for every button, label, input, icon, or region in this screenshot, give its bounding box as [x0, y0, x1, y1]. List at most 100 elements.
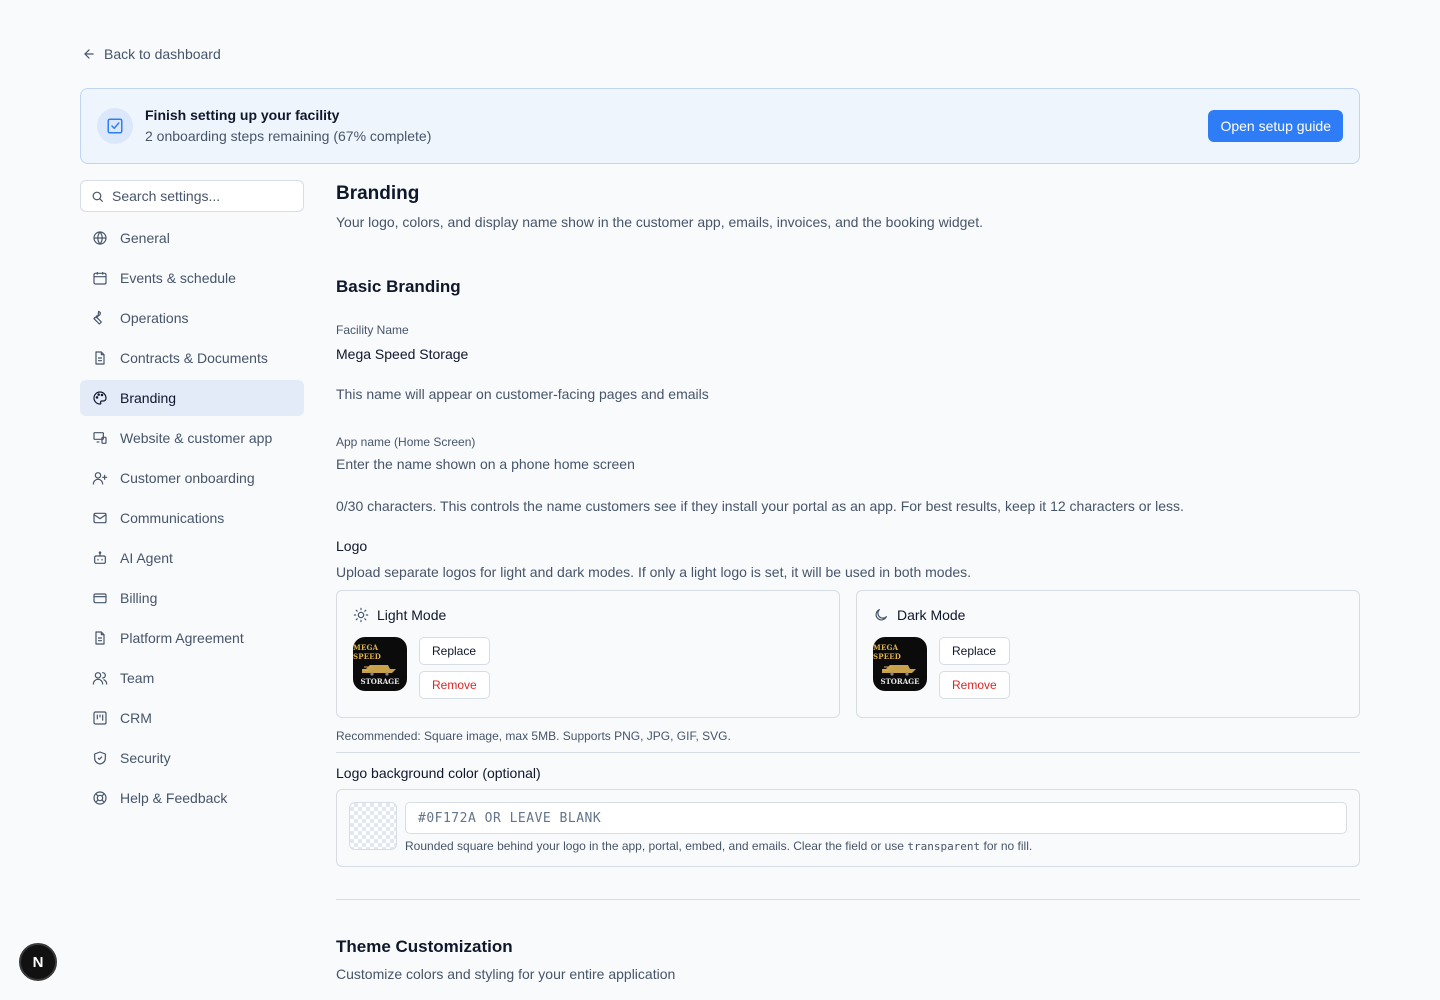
logo-bg-color-input[interactable] [405, 802, 1347, 834]
theme-customization-description: Customize colors and styling for your en… [336, 966, 676, 982]
logo-text-bottom: STORAGE [880, 676, 920, 686]
light-replace-button[interactable]: Replace [419, 637, 490, 665]
palette-icon [93, 391, 107, 405]
logo-text-top: MEGA SPEED [873, 642, 902, 661]
back-to-dashboard-link[interactable]: Back to dashboard [82, 46, 221, 62]
settings-sidebar: General Events & schedule Operations Con… [80, 180, 304, 816]
sidebar-item-label: Website & customer app [120, 430, 273, 446]
dark-mode-logo-card: Dark Mode MEGA SPEED STORAGE Replace Rem… [856, 590, 1360, 718]
light-mode-logo-card: Light Mode MEGA SPEED STORAGE Replace Re… [336, 590, 840, 718]
theme-customization-title: Theme Customization [336, 937, 513, 956]
globe-icon [93, 231, 107, 245]
dark-mode-buttons: Replace Remove [939, 637, 1010, 699]
sidebar-item-general[interactable]: General [80, 220, 304, 256]
dark-mode-header: Dark Mode [873, 605, 1343, 625]
setup-icon-circle [97, 108, 133, 144]
logo-bg-help-before: Rounded square behind your logo in the a… [405, 839, 904, 853]
sidebar-item-branding[interactable]: Branding [80, 380, 304, 416]
basic-branding-title: Basic Branding [336, 277, 461, 296]
user-plus-icon [92, 472, 108, 485]
dark-logo-image: MEGA SPEED STORAGE [873, 637, 927, 691]
facility-name-label: Facility Name [336, 323, 409, 337]
sidebar-item-security[interactable]: Security [80, 740, 304, 776]
document-icon [95, 351, 105, 365]
sidebar-item-label: Team [120, 670, 155, 686]
settings-search[interactable] [80, 180, 304, 212]
light-mode-buttons: Replace Remove [419, 637, 490, 699]
sidebar-item-label: Billing [120, 590, 158, 606]
color-swatch[interactable] [349, 802, 397, 850]
sidebar-item-customer-onboarding[interactable]: Customer onboarding [80, 460, 304, 496]
logo-label: Logo [336, 538, 368, 554]
search-input[interactable] [112, 188, 293, 204]
sidebar-item-label: General [120, 230, 170, 246]
sidebar-item-label: Platform Agreement [120, 630, 244, 646]
devices-icon [93, 432, 107, 444]
sidebar-item-label: Security [120, 750, 171, 766]
divider [336, 752, 1360, 753]
truck-graphic [362, 664, 396, 676]
checkbox-icon [107, 118, 123, 134]
sidebar-item-ai-agent[interactable]: AI Agent [80, 540, 304, 576]
search-icon [92, 191, 103, 202]
sidebar-item-crm[interactable]: CRM [80, 700, 304, 736]
calendar-icon [93, 272, 107, 285]
bot-icon [94, 551, 106, 564]
credit-card-icon [93, 593, 107, 604]
facility-name-value[interactable]: Mega Speed Storage [336, 344, 1360, 364]
light-mode-body: MEGA SPEED STORAGE Replace Remove [353, 637, 823, 699]
sidebar-item-help-feedback[interactable]: Help & Feedback [80, 780, 304, 816]
sidebar-item-contracts-documents[interactable]: Contracts & Documents [80, 340, 304, 376]
sidebar-item-events-schedule[interactable]: Events & schedule [80, 260, 304, 296]
dark-mode-body: MEGA SPEED STORAGE Replace Remove [873, 637, 1343, 699]
logo-bg-help-after: for no fill. [983, 839, 1033, 853]
page-title: Branding [336, 183, 420, 204]
setup-banner: Finish setting up your facility 2 onboar… [80, 88, 1360, 164]
sidebar-item-label: Help & Feedback [120, 790, 228, 806]
sidebar-item-label: Branding [120, 390, 177, 406]
light-remove-button[interactable]: Remove [419, 671, 490, 699]
logo-recommendation: Recommended: Square image, max 5MB. Supp… [336, 729, 731, 743]
sidebar-item-team[interactable]: Team [80, 660, 304, 696]
sidebar-item-label: Communications [120, 510, 225, 526]
logo-text-top: MEGA SPEED [353, 642, 382, 661]
facility-name-help: This name will appear on customer-facing… [336, 386, 709, 402]
sidebar-item-billing[interactable]: Billing [80, 580, 304, 616]
sidebar-item-operations[interactable]: Operations [80, 300, 304, 336]
logo-bg-help-code: transparent [907, 840, 981, 853]
dev-tools-badge[interactable]: N [19, 943, 57, 981]
back-link-label: Back to dashboard [104, 46, 221, 62]
logo-bg-help: Rounded square behind your logo in the a… [405, 838, 1347, 855]
document-icon [95, 631, 105, 645]
sidebar-item-platform-agreement[interactable]: Platform Agreement [80, 620, 304, 656]
truck-graphic [882, 664, 916, 676]
arrow-left-icon [84, 49, 94, 59]
sidebar-item-label: Operations [120, 310, 189, 326]
sidebar-item-website-customer-app[interactable]: Website & customer app [80, 420, 304, 456]
app-name-input[interactable] [336, 454, 1360, 474]
app-name-label: App name (Home Screen) [336, 435, 476, 449]
sidebar-item-label: Contracts & Documents [120, 350, 268, 366]
section-divider [336, 899, 1360, 900]
dark-replace-button[interactable]: Replace [939, 637, 1010, 665]
sidebar-item-label: AI Agent [120, 550, 173, 566]
logo-bg-label: Logo background color (optional) [336, 765, 541, 781]
light-logo-image: MEGA SPEED STORAGE [353, 637, 407, 691]
shield-icon [94, 751, 106, 765]
light-mode-header: Light Mode [353, 605, 823, 625]
logo-bg-field: Rounded square behind your logo in the a… [405, 802, 1347, 854]
setup-title: Finish setting up your facility [145, 107, 340, 123]
logo-cards: Light Mode MEGA SPEED STORAGE Replace Re… [336, 590, 1360, 718]
sun-icon [353, 607, 369, 623]
sidebar-item-label: CRM [120, 710, 152, 726]
branding-main: Branding Your logo, colors, and display … [336, 180, 1360, 984]
sidebar-item-communications[interactable]: Communications [80, 500, 304, 536]
mail-icon [93, 512, 107, 524]
wrench-icon [93, 310, 102, 325]
open-setup-guide-button[interactable]: Open setup guide [1208, 110, 1343, 142]
dark-remove-button[interactable]: Remove [939, 671, 1010, 699]
dark-mode-title: Dark Mode [897, 607, 966, 623]
page-description: Your logo, colors, and display name show… [336, 214, 983, 230]
logo-bg-card: Rounded square behind your logo in the a… [336, 789, 1360, 867]
kanban-icon [93, 711, 107, 725]
